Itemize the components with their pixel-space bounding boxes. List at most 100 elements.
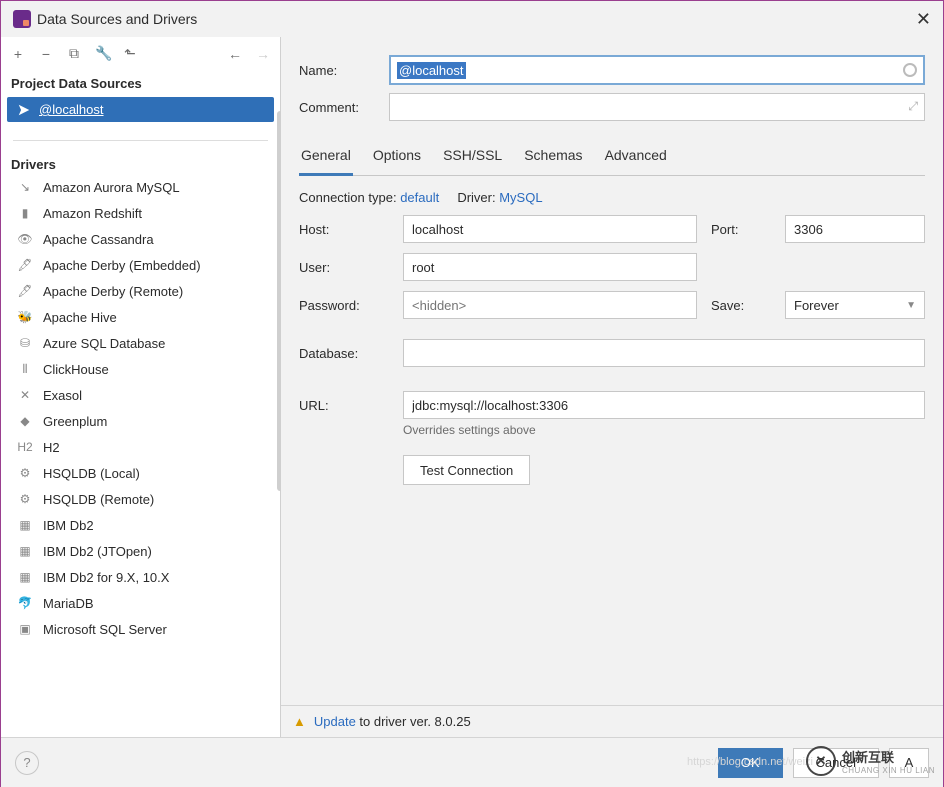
- driver-icon: ▦: [17, 543, 33, 559]
- back-icon[interactable]: ←: [228, 46, 242, 62]
- copy-icon[interactable]: ⧉: [67, 45, 81, 62]
- driver-icon: ⚙: [17, 491, 33, 507]
- url-input[interactable]: [403, 391, 925, 419]
- warning-icon: ▲: [293, 714, 306, 729]
- port-input[interactable]: [785, 215, 925, 243]
- help-button[interactable]: ?: [15, 751, 39, 775]
- datasource-label: @localhost: [39, 102, 104, 117]
- driver-list: ↘Amazon Aurora MySQL▮Amazon Redshift👁Apa…: [1, 174, 280, 648]
- driver-icon: ▮: [17, 205, 33, 221]
- host-input[interactable]: [403, 215, 697, 243]
- name-input[interactable]: @localhost: [389, 55, 925, 85]
- wrench-icon[interactable]: 🔧: [95, 45, 109, 62]
- driver-label: H2: [43, 440, 60, 455]
- forward-icon[interactable]: →: [256, 46, 270, 62]
- driver-icon: 🐬: [17, 595, 33, 611]
- driver-icon: ⚙: [17, 465, 33, 481]
- driver-icon: 🖋: [17, 257, 33, 273]
- driver-icon: 🐝: [17, 309, 33, 325]
- driver-label: HSQLDB (Local): [43, 466, 140, 481]
- save-value: Forever: [794, 298, 839, 313]
- driver-label: Amazon Redshift: [43, 206, 142, 221]
- driver-icon: ▣: [17, 621, 33, 637]
- driver-item[interactable]: H2 H2: [7, 434, 274, 460]
- brand-watermark: ✕ 创新互联 CHUANG XIN HU LIAN: [806, 746, 935, 776]
- test-connection-button[interactable]: Test Connection: [403, 455, 530, 485]
- close-icon[interactable]: ✕: [916, 9, 931, 30]
- tab-sshssl[interactable]: SSH/SSL: [441, 139, 504, 175]
- add-icon[interactable]: +: [11, 46, 25, 62]
- driver-item[interactable]: 🖋 Apache Derby (Embedded): [7, 252, 274, 278]
- driver-item[interactable]: ⛁ Azure SQL Database: [7, 330, 274, 356]
- source-watermark: https://blog.csdn.net/weizi: [687, 756, 813, 768]
- driver-label: Exasol: [43, 388, 82, 403]
- driver-icon: 👁: [17, 231, 33, 247]
- remove-icon[interactable]: −: [39, 46, 53, 62]
- driver-icon: ↘: [17, 179, 33, 195]
- driver-label: MariaDB: [43, 596, 94, 611]
- tab-bar: General Options SSH/SSL Schemas Advanced: [299, 139, 925, 176]
- separator: [13, 140, 268, 141]
- driver-link[interactable]: MySQL: [499, 190, 542, 205]
- tab-advanced[interactable]: Advanced: [603, 139, 669, 175]
- drivers-section-label: Drivers: [1, 151, 280, 174]
- driver-label: IBM Db2 for 9.X, 10.X: [43, 570, 169, 585]
- driver-label: ClickHouse: [43, 362, 109, 377]
- comment-label: Comment:: [299, 100, 389, 115]
- database-input[interactable]: [403, 339, 925, 367]
- driver-item[interactable]: ▮ Amazon Redshift: [7, 200, 274, 226]
- driver-icon: ⛁: [17, 335, 33, 351]
- color-ring-icon[interactable]: [903, 63, 917, 77]
- export-icon[interactable]: ⬑: [123, 45, 137, 62]
- driver-item[interactable]: 🐝 Apache Hive: [7, 304, 274, 330]
- sidebar-toolbar: + − ⧉ 🔧 ⬑ ← →: [1, 37, 280, 70]
- driver-label: Greenplum: [43, 414, 107, 429]
- driver-icon: H2: [17, 439, 33, 455]
- user-label: User:: [299, 260, 389, 275]
- tab-options[interactable]: Options: [371, 139, 423, 175]
- update-link[interactable]: Update: [314, 714, 356, 729]
- driver-icon: ◆: [17, 413, 33, 429]
- driver-label: Apache Derby (Embedded): [43, 258, 201, 273]
- driver-item[interactable]: 👁Apache Cassandra: [7, 226, 274, 252]
- driver-icon: 🖋: [17, 283, 33, 299]
- driver-icon: ▦: [17, 569, 33, 585]
- driver-label: Apache Hive: [43, 310, 117, 325]
- driver-label: HSQLDB (Remote): [43, 492, 154, 507]
- sidebar: + − ⧉ 🔧 ⬑ ← → Project Data Sources @loca…: [1, 37, 281, 737]
- driver-label: Azure SQL Database: [43, 336, 165, 351]
- app-logo-icon: [13, 10, 31, 28]
- connection-type-row: Connection type: default Driver: MySQL: [299, 190, 925, 205]
- main-panel: Name: @localhost Comment: ⤢ General Opti…: [281, 37, 943, 737]
- host-label: Host:: [299, 222, 389, 237]
- driver-item[interactable]: ✕ Exasol: [7, 382, 274, 408]
- driver-item[interactable]: ◆ Greenplum: [7, 408, 274, 434]
- driver-item[interactable]: ↘Amazon Aurora MySQL: [7, 174, 274, 200]
- comment-input[interactable]: ⤢: [389, 93, 925, 121]
- driver-item[interactable]: ▦IBM Db2 (JTOpen): [7, 538, 274, 564]
- driver-item[interactable]: ⚙ HSQLDB (Local): [7, 460, 274, 486]
- driver-item[interactable]: 🖋 Apache Derby (Remote): [7, 278, 274, 304]
- driver-item[interactable]: ▦ IBM Db2 for 9.X, 10.X: [7, 564, 274, 590]
- expand-icon[interactable]: ⤢: [908, 99, 918, 114]
- driver-label: IBM Db2: [43, 518, 94, 533]
- datasource-localhost[interactable]: @localhost: [7, 97, 274, 122]
- window-title: Data Sources and Drivers: [37, 11, 197, 27]
- driver-icon: ⦀: [17, 361, 33, 377]
- driver-item[interactable]: 🐬 MariaDB: [7, 590, 274, 616]
- driver-item[interactable]: ⦀ ClickHouse: [7, 356, 274, 382]
- password-input[interactable]: [403, 291, 697, 319]
- driver-label: Apache Derby (Remote): [43, 284, 183, 299]
- chevron-down-icon: ▼: [906, 300, 916, 311]
- database-label: Database:: [299, 346, 389, 361]
- driver-item[interactable]: ⚙ HSQLDB (Remote): [7, 486, 274, 512]
- connection-type-link[interactable]: default: [400, 190, 439, 205]
- driver-item[interactable]: ▦IBM Db2: [7, 512, 274, 538]
- user-input[interactable]: [403, 253, 697, 281]
- driver-icon: ✕: [17, 387, 33, 403]
- tab-general[interactable]: General: [299, 139, 353, 176]
- driver-item[interactable]: ▣Microsoft SQL Server: [7, 616, 274, 642]
- tab-schemas[interactable]: Schemas: [522, 139, 584, 175]
- save-select[interactable]: Forever ▼: [785, 291, 925, 319]
- titlebar: Data Sources and Drivers ✕: [1, 1, 943, 37]
